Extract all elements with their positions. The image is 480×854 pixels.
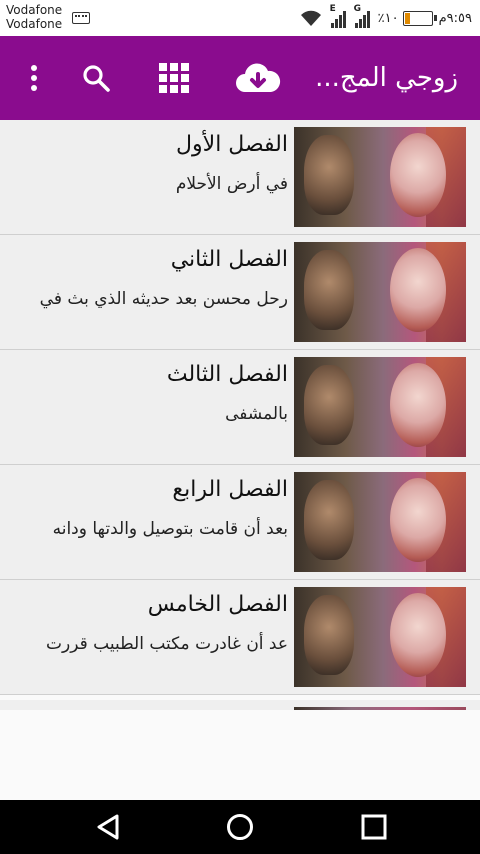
battery-percent: ٪١٠ xyxy=(377,10,399,26)
chapter-excerpt: في أرض الأحلام xyxy=(175,174,288,194)
chapter-title: الفصل الأول xyxy=(176,132,288,157)
recents-icon[interactable] xyxy=(344,800,404,854)
cover-thumbnail xyxy=(294,127,466,227)
app-title: زوجي المج... xyxy=(315,63,458,93)
carrier-labels: Vodafone Vodafone xyxy=(6,3,62,31)
back-icon[interactable] xyxy=(78,800,138,854)
keyboard-icon xyxy=(72,12,90,24)
cover-thumbnail xyxy=(294,707,466,710)
chapter-list: الفصل الأول في أرض الأحلام الفصل الثاني … xyxy=(0,120,480,695)
chapter-title: الفصل الثالث xyxy=(166,362,288,387)
chapter-title: الفصل الرابع xyxy=(172,477,288,502)
list-item[interactable]: الفصل الثالث بالمشفى xyxy=(0,350,480,465)
clock: ٩:٥٩م xyxy=(438,10,472,26)
signal-1-icon: E xyxy=(330,4,346,28)
chapter-excerpt: بالمشفى xyxy=(225,404,288,424)
navigation-bar xyxy=(0,800,480,854)
battery-icon xyxy=(402,10,437,26)
chapter-title: الفصل الخامس xyxy=(147,592,288,617)
carrier-1: Vodafone xyxy=(6,3,63,17)
search-icon[interactable] xyxy=(74,36,118,120)
chapter-title: الفصل الثاني xyxy=(170,247,288,272)
cover-thumbnail xyxy=(294,357,466,457)
wifi-icon xyxy=(300,10,321,26)
list-item[interactable]: الفصل الأول في أرض الأحلام xyxy=(0,120,480,235)
chapter-excerpt: بعد أن قامت بتوصيل والدتها ودانه xyxy=(52,519,288,539)
overflow-menu-icon[interactable] xyxy=(14,36,54,120)
download-icon[interactable] xyxy=(232,36,284,120)
cover-thumbnail xyxy=(294,587,466,687)
chapter-excerpt: عد أن غادرت مكتب الطبيب قررت xyxy=(46,634,288,654)
list-item[interactable]: الفصل الثاني رحل محسن بعد حديثه الذي بث … xyxy=(0,235,480,350)
network-2-label: G xyxy=(353,4,362,14)
status-bar: Vodafone Vodafone E G ٪١٠ ٩:٥٩م xyxy=(0,0,480,36)
list-item-partial[interactable] xyxy=(0,700,480,710)
list-item[interactable]: الفصل الرابع بعد أن قامت بتوصيل والدتها … xyxy=(0,465,480,580)
grid-icon[interactable] xyxy=(152,36,196,120)
home-icon[interactable] xyxy=(210,800,270,854)
network-1-label: E xyxy=(329,4,336,14)
list-item[interactable]: الفصل الخامس عد أن غادرت مكتب الطبيب قرر… xyxy=(0,580,480,695)
cover-thumbnail xyxy=(294,472,466,572)
carrier-2: Vodafone xyxy=(6,17,63,31)
signal-2-icon: G xyxy=(354,4,370,28)
app-bar: زوجي المج... xyxy=(0,36,480,120)
chapter-excerpt: رحل محسن بعد حديثه الذي بث في xyxy=(39,289,288,309)
status-indicators: E G ٪١٠ ٩:٥٩م xyxy=(300,4,472,30)
cover-thumbnail xyxy=(294,242,466,342)
